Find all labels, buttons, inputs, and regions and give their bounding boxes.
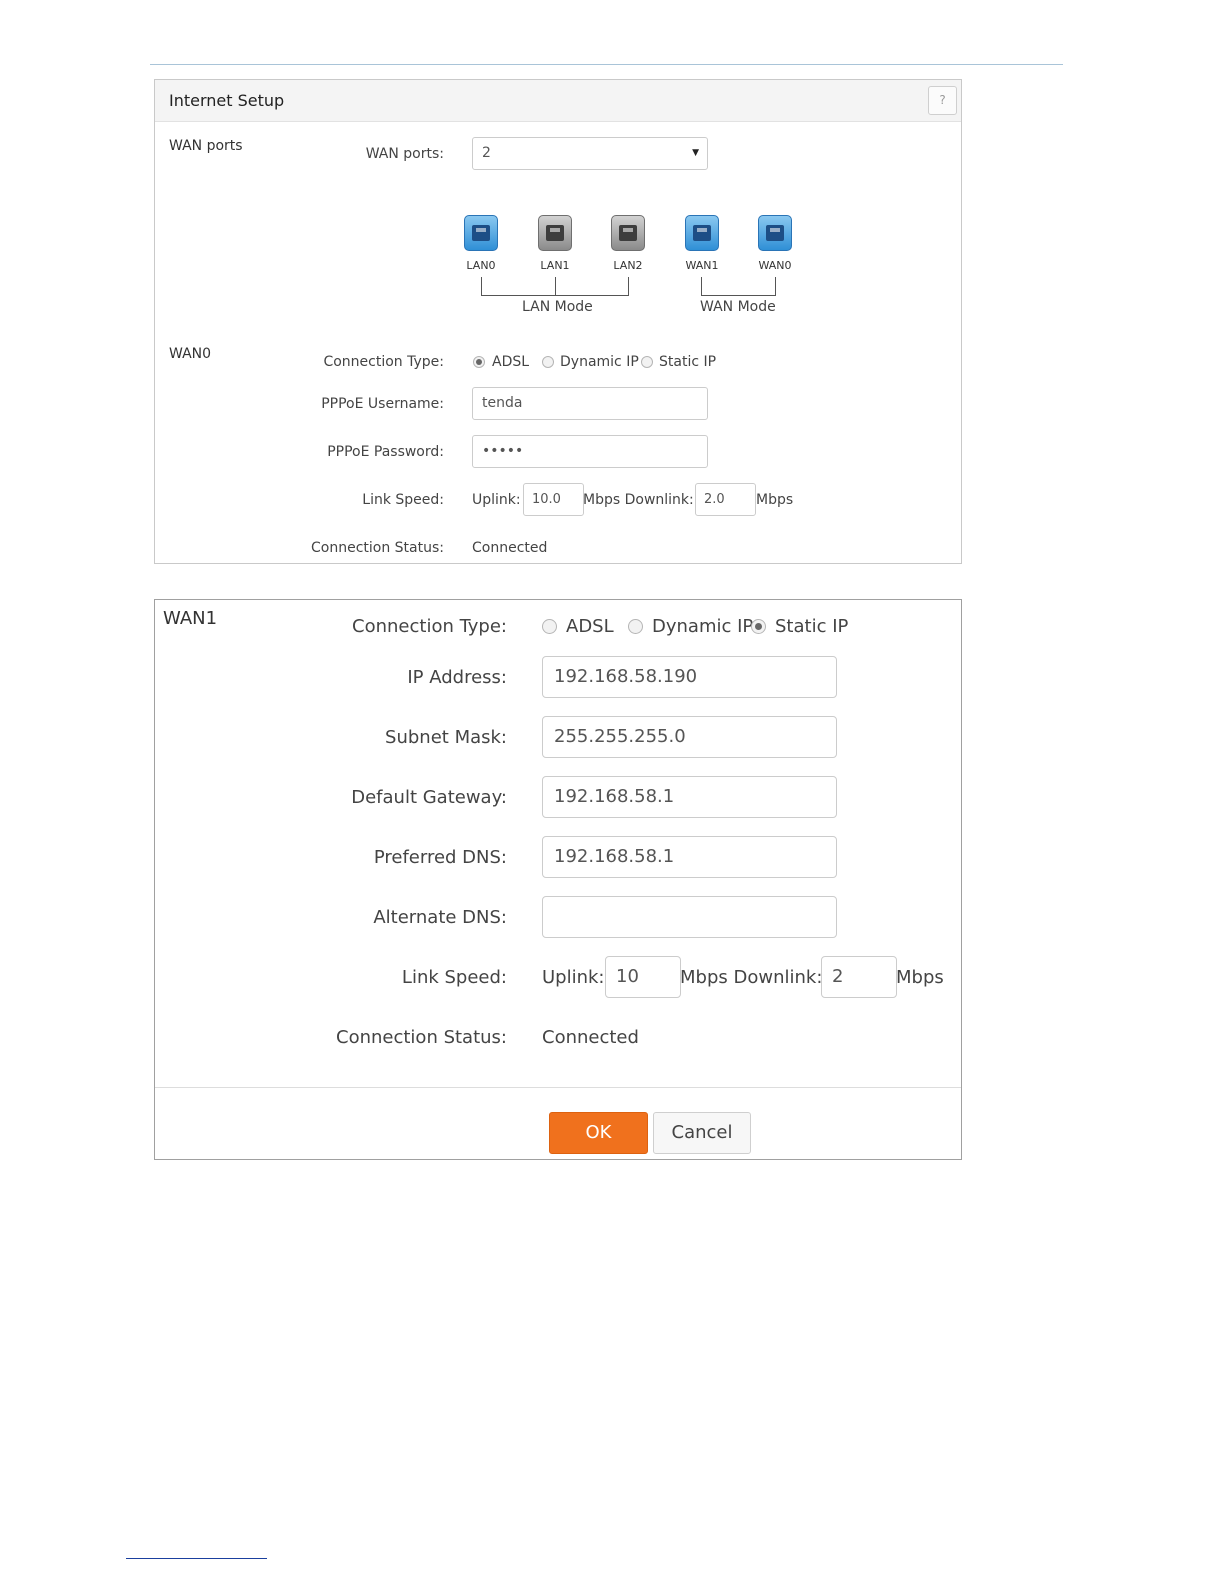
radio-static-ip[interactable]: [641, 356, 653, 368]
port-lan0: LAN0: [456, 215, 506, 272]
radio-adsl-label: ADSL: [492, 354, 530, 370]
subnet-mask-input[interactable]: 255.255.255.0: [542, 716, 837, 758]
page-bottom-rule: [126, 1558, 267, 1559]
radio-static-ip-label: Static IP: [659, 354, 717, 370]
default-gateway-input[interactable]: 192.168.58.1: [542, 776, 837, 818]
ethernet-port-icon: [538, 215, 572, 251]
preferred-dns-input[interactable]: 192.168.58.1: [542, 836, 837, 878]
ip-address-input[interactable]: 192.168.58.190: [542, 656, 837, 698]
lan-bracket-line: [628, 277, 629, 296]
radio-dynamic-ip[interactable]: [542, 356, 554, 368]
radio-dynamic-ip-label: Dynamic IP: [652, 616, 754, 637]
radio-adsl[interactable]: [542, 619, 557, 634]
pppoe-username-label: PPPoE Username:: [321, 396, 444, 412]
ethernet-port-icon: [611, 215, 645, 251]
connection-status-label: Connection Status:: [336, 1027, 507, 1048]
uplink-label: Uplink:: [472, 492, 521, 508]
port-wan1: WAN1: [677, 215, 727, 272]
port-label: LAN1: [540, 259, 570, 272]
wan1-panel: WAN1 Connection Type: ADSL Dynamic IP St…: [154, 599, 962, 1160]
wan-ports-label: WAN ports:: [365, 146, 444, 162]
port-lan1: LAN1: [530, 215, 580, 272]
lan-bracket-line: [555, 277, 556, 296]
downlink-input[interactable]: 2.0: [695, 483, 756, 516]
pppoe-password-label: PPPoE Password:: [327, 444, 444, 460]
help-button[interactable]: ?: [928, 86, 957, 115]
pppoe-password-input[interactable]: •••••: [472, 435, 708, 468]
connection-status-value: Connected: [542, 1027, 639, 1048]
radio-adsl-label: ADSL: [566, 616, 614, 637]
connection-type-label: Connection Type:: [323, 354, 444, 370]
panel-header: Internet Setup ?: [155, 80, 961, 122]
pppoe-username-input[interactable]: tenda: [472, 387, 708, 420]
connection-type-label: Connection Type:: [352, 616, 507, 637]
mbps-downlink-label: Mbps Downlink:: [680, 967, 823, 988]
internet-setup-panel: Internet Setup ? WAN ports WAN ports: 2 …: [154, 79, 962, 564]
preferred-dns-label: Preferred DNS:: [373, 847, 507, 868]
connection-status-label: Connection Status:: [311, 540, 444, 556]
wan-mode-label: WAN Mode: [700, 299, 776, 315]
link-speed-label: Link Speed:: [401, 967, 507, 988]
subnet-mask-label: Subnet Mask:: [385, 727, 507, 748]
port-label: WAN0: [758, 259, 792, 272]
radio-dynamic-ip[interactable]: [628, 619, 643, 634]
link-speed-label: Link Speed:: [362, 492, 444, 508]
wan-ports-select[interactable]: 2 ▼: [472, 137, 708, 170]
uplink-label: Uplink:: [542, 967, 605, 988]
port-lan2: LAN2: [603, 215, 653, 272]
chevron-down-icon: ▼: [692, 148, 699, 158]
panel-title: Internet Setup: [169, 91, 285, 110]
wan-bracket-line: [775, 277, 776, 296]
wan-bracket-line: [701, 277, 702, 296]
connection-status-value: Connected: [472, 540, 548, 556]
mbps-downlink-label: Mbps Downlink:: [583, 492, 694, 508]
cancel-button[interactable]: Cancel: [653, 1112, 751, 1154]
default-gateway-label: Default Gateway:: [351, 787, 507, 808]
lan-bracket-line: [481, 277, 482, 296]
ethernet-port-icon: [464, 215, 498, 251]
ok-button[interactable]: OK: [549, 1112, 648, 1154]
ethernet-port-icon: [758, 215, 792, 251]
ip-address-label: IP Address:: [407, 667, 507, 688]
port-wan0: WAN0: [750, 215, 800, 272]
uplink-input[interactable]: 10.0: [523, 483, 584, 516]
radio-adsl[interactable]: [473, 356, 485, 368]
lan-bracket-line: [481, 295, 629, 296]
alternate-dns-input[interactable]: [542, 896, 837, 938]
radio-static-ip[interactable]: [751, 619, 766, 634]
radio-static-ip-label: Static IP: [775, 616, 849, 637]
alternate-dns-label: Alternate DNS:: [373, 907, 507, 928]
mbps-label: Mbps: [756, 492, 794, 508]
uplink-input[interactable]: 10: [605, 956, 681, 998]
port-label: LAN0: [466, 259, 496, 272]
footer-divider: [155, 1087, 961, 1088]
page-top-rule: [150, 64, 1063, 65]
mbps-label: Mbps: [896, 967, 944, 988]
ethernet-port-icon: [685, 215, 719, 251]
lan-mode-label: LAN Mode: [522, 299, 593, 315]
port-label: WAN1: [685, 259, 719, 272]
wan-ports-selected-value: 2: [482, 145, 491, 161]
radio-dynamic-ip-label: Dynamic IP: [560, 354, 639, 370]
downlink-input[interactable]: 2: [821, 956, 897, 998]
wan-bracket-line: [701, 295, 776, 296]
port-label: LAN2: [613, 259, 643, 272]
